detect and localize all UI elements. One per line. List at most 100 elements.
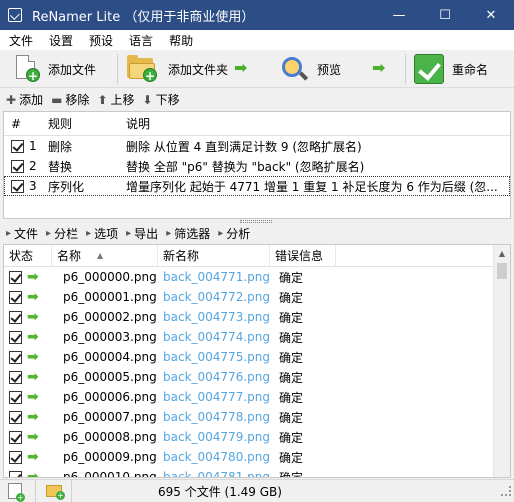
add-rule-button[interactable]: ✚ 添加 <box>6 91 43 108</box>
close-button[interactable]: ✕ <box>468 0 514 30</box>
file-name: p6_000007.png <box>63 410 157 424</box>
file-name: p6_000008.png <box>63 430 157 444</box>
add-folder-icon: + <box>46 485 65 500</box>
file-checkbox[interactable] <box>9 450 22 464</box>
rename-check-icon <box>414 54 444 84</box>
remove-rule-button[interactable]: ▬ 移除 <box>51 91 89 108</box>
rename-button[interactable]: 重命名 <box>414 53 488 85</box>
file-state-cell: ➡ <box>4 269 52 285</box>
file-error-status: 确定 <box>279 350 304 365</box>
file-error-status: 确定 <box>279 470 304 478</box>
preview-button[interactable]: 预览 <box>279 53 341 85</box>
file-row[interactable]: ➡ p6_000002.png back_004773.png 确定 <box>4 307 510 327</box>
rules-header: # 规则 说明 <box>4 112 510 136</box>
file-checkbox[interactable] <box>9 290 22 304</box>
file-checkbox[interactable] <box>9 270 22 284</box>
file-checkbox[interactable] <box>9 310 22 324</box>
file-row[interactable]: ➡ p6_000006.png back_004777.png 确定 <box>4 387 510 407</box>
file-checkbox[interactable] <box>9 410 22 424</box>
move-up-button[interactable]: ⬆ 上移 <box>97 91 134 108</box>
files-col-error[interactable]: 错误信息 <box>270 245 336 267</box>
rename-ok-arrow-icon: ➡ <box>27 369 39 385</box>
files-col-name[interactable]: 名称 ▲ <box>52 245 158 267</box>
options-menu-button[interactable]: ▸ 选项 <box>86 225 118 242</box>
file-row[interactable]: ➡ p6_000010.png back_004781.png 确定 <box>4 467 510 478</box>
file-checkbox[interactable] <box>9 430 22 444</box>
move-down-button[interactable]: ⬇ 下移 <box>143 91 180 108</box>
vertical-scrollbar[interactable]: ▲ <box>493 245 510 477</box>
status-add-file-button[interactable]: + <box>0 479 36 502</box>
file-new-name: back_004777.png <box>163 390 270 404</box>
file-state-cell: ➡ <box>4 349 52 365</box>
file-row[interactable]: ➡ p6_000004.png back_004775.png 确定 <box>4 347 510 367</box>
file-checkbox[interactable] <box>9 330 22 344</box>
resize-grip-icon[interactable] <box>501 486 511 496</box>
file-checkbox[interactable] <box>9 350 22 364</box>
rule-row[interactable]: 1 删除 删除 从位置 4 直到满足计数 9 (忽略扩展名) <box>4 136 510 156</box>
rule-number: 1 <box>29 139 37 153</box>
file-checkbox[interactable] <box>9 390 22 404</box>
file-state-cell: ➡ <box>4 289 52 305</box>
files-col-name-label: 名称 <box>57 249 82 263</box>
files-menu-button[interactable]: ▸ 文件 <box>6 225 38 242</box>
file-row[interactable]: ➡ p6_000000.png back_004771.png 确定 <box>4 267 510 287</box>
menu-file[interactable]: 文件 <box>0 32 40 49</box>
rename-ok-arrow-icon: ➡ <box>27 309 39 325</box>
sort-ascending-icon: ▲ <box>97 251 104 260</box>
maximize-button[interactable]: ☐ <box>422 0 468 30</box>
rule-row[interactable]: 2 替换 替换 全部 "p6" 替换为 "back" (忽略扩展名) <box>4 156 510 176</box>
file-row[interactable]: ➡ p6_000005.png back_004776.png 确定 <box>4 367 510 387</box>
title-bar: ReNamer Lite （仅用于非商业使用） — ☐ ✕ <box>0 0 514 30</box>
dropdown-icon: ▸ <box>6 227 12 239</box>
file-new-name: back_004771.png <box>163 270 270 284</box>
files-col-state[interactable]: 状态 <box>4 245 52 267</box>
rules-col-number[interactable]: # <box>4 117 48 131</box>
menu-presets[interactable]: 预设 <box>80 32 120 49</box>
dropdown-icon: ▸ <box>86 227 92 239</box>
rule-number: 2 <box>29 159 37 173</box>
rename-ok-arrow-icon: ➡ <box>27 269 39 285</box>
file-new-name: back_004775.png <box>163 350 270 364</box>
rule-number: 3 <box>29 179 37 193</box>
filter-menu-button[interactable]: ▸ 筛选器 <box>166 225 210 242</box>
file-row[interactable]: ➡ p6_000003.png back_004774.png 确定 <box>4 327 510 347</box>
rules-col-rule[interactable]: 规则 <box>48 115 126 132</box>
status-add-folder-button[interactable]: + <box>36 479 72 502</box>
file-state-cell: ➡ <box>4 469 52 477</box>
file-checkbox[interactable] <box>9 370 22 384</box>
file-row[interactable]: ➡ p6_000009.png back_004780.png 确定 <box>4 447 510 467</box>
rule-checkbox[interactable] <box>11 139 24 153</box>
add-files-label: 添加文件 <box>48 62 97 77</box>
columns-menu-label: 分栏 <box>54 226 79 241</box>
columns-menu-button[interactable]: ▸ 分栏 <box>46 225 78 242</box>
minimize-button[interactable]: — <box>376 0 422 30</box>
file-state-cell: ➡ <box>4 369 52 385</box>
add-folder-button[interactable]: + 添加文件夹 <box>126 53 228 85</box>
rename-ok-arrow-icon: ➡ <box>27 429 39 445</box>
menu-settings[interactable]: 设置 <box>40 32 80 49</box>
menu-language[interactable]: 语言 <box>120 32 160 49</box>
export-menu-button[interactable]: ▸ 导出 <box>126 225 158 242</box>
file-row[interactable]: ➡ p6_000001.png back_004772.png 确定 <box>4 287 510 307</box>
analyze-menu-button[interactable]: ▸ 分析 <box>218 225 250 242</box>
file-row[interactable]: ➡ p6_000007.png back_004778.png 确定 <box>4 407 510 427</box>
arrow-right-icon: ➡ <box>372 58 386 77</box>
files-col-new-name[interactable]: 新名称 <box>158 245 270 267</box>
file-state-cell: ➡ <box>4 329 52 345</box>
toolbar-separator <box>117 54 118 84</box>
rule-checkbox[interactable] <box>11 159 24 173</box>
file-row[interactable]: ➡ p6_000008.png back_004779.png 确定 <box>4 427 510 447</box>
menu-help[interactable]: 帮助 <box>160 32 200 49</box>
rule-checkbox[interactable] <box>11 179 24 193</box>
status-summary: 695 个文件 (1.49 GB) <box>158 484 282 499</box>
main-toolbar: + 添加文件 + 添加文件夹 ➡ 预览 ➡ 重命名 <box>0 50 514 88</box>
scrollbar-thumb[interactable] <box>497 263 507 279</box>
add-folder-icon: + <box>126 54 160 84</box>
rules-col-description[interactable]: 说明 <box>126 115 510 132</box>
scroll-up-icon[interactable]: ▲ <box>494 245 510 262</box>
file-checkbox[interactable] <box>9 470 22 477</box>
add-files-button[interactable]: + 添加文件 <box>14 53 96 85</box>
renamer-app-icon <box>8 8 22 22</box>
file-name: p6_000010.png <box>63 470 157 478</box>
rule-row-selected[interactable]: 3 序列化 增量序列化 起始于 4771 增量 1 重复 1 补足长度为 6 作… <box>4 176 510 196</box>
